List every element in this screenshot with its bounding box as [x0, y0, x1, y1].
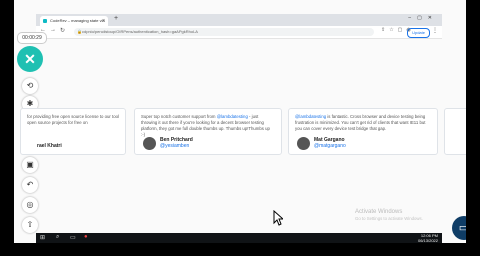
screen: CodeRev – managing state via × + –▢✕ ← →… — [0, 0, 480, 256]
update-button[interactable]: Update — [407, 28, 430, 38]
mouse-cursor-icon — [273, 210, 283, 226]
recording-timer: 00:00:29 — [17, 32, 47, 44]
screen-border-bottom — [0, 243, 480, 256]
tab-title: CodeRev – managing state via — [50, 18, 105, 23]
lock-icon: 🔒 — [77, 29, 82, 34]
testimonial-card: for providing free open source license t… — [20, 108, 126, 155]
author-handle[interactable]: @yesiamben — [160, 143, 189, 149]
location-icon[interactable]: ◎ — [22, 197, 38, 213]
testimonial-quote: @lambdatesting is fantastic. Cross brows… — [295, 114, 426, 131]
favicon-icon — [43, 19, 47, 23]
screen-border-right — [466, 0, 480, 256]
browser-tab[interactable]: CodeRev – managing state via × — [40, 16, 108, 26]
window-controls[interactable]: –▢✕ — [408, 15, 438, 21]
testimonial-quote: for providing free open source license t… — [27, 114, 119, 125]
mention-link[interactable]: @lambdatesting — [217, 114, 248, 119]
author-name: rael Khatri — [37, 143, 62, 149]
tab-strip: CodeRev – managing state via × + –▢✕ — [36, 14, 442, 26]
taskbar: ⊞ ⌕ ▭ ● 12:06 PM 06/13/2022 — [36, 233, 442, 243]
browser-toolbar: ← → ↻ 🔒 cdpnio/pencilstoup/OIRPens/authe… — [36, 26, 442, 39]
url-text: cdpnio/pencilstoup/OIRPens/authenticatio… — [82, 29, 198, 34]
avatar — [297, 137, 310, 150]
chat-icon[interactable]: ▣ — [22, 157, 38, 173]
close-icon[interactable]: ✕ — [17, 46, 43, 72]
mention-link[interactable]: @lambdatesting — [295, 114, 326, 119]
search-icon[interactable]: ⌕ — [56, 234, 59, 241]
taskbar-clock[interactable]: 12:06 PM 06/13/2022 — [418, 233, 438, 243]
testimonial-card: Super top notch customer support from @l… — [134, 108, 282, 155]
windows-start-icon[interactable]: ⊞ — [40, 234, 45, 241]
author-handle[interactable]: @matgargano — [314, 143, 346, 149]
refresh-icon[interactable]: ↶ — [22, 177, 38, 193]
tab-close-icon[interactable]: × — [102, 16, 105, 26]
forward-icon[interactable]: → — [50, 27, 56, 33]
upload-icon[interactable]: ⇧ — [22, 217, 38, 233]
task-view-icon[interactable]: ▭ — [70, 234, 76, 241]
testimonial-quote: Super top notch customer support from @l… — [141, 114, 270, 137]
address-bar[interactable]: 🔒 cdpnio/pencilstoup/OIRPens/authenticat… — [74, 28, 374, 36]
chrome-icon[interactable]: ● — [84, 234, 88, 240]
activate-windows-subtitle: Go to Settings to activate Windows. — [355, 216, 423, 221]
avatar — [143, 137, 156, 150]
new-tab-button[interactable]: + — [114, 15, 118, 22]
rotate-icon[interactable]: ⟲ — [22, 78, 38, 94]
screen-border-left — [0, 0, 14, 256]
activate-windows-title: Activate Windows — [355, 209, 403, 215]
reload-icon[interactable]: ↻ — [60, 27, 65, 34]
menu-icon[interactable]: ⋮ — [432, 27, 438, 34]
testimonial-card: @lambdatesting is fantastic. Cross brows… — [288, 108, 438, 155]
